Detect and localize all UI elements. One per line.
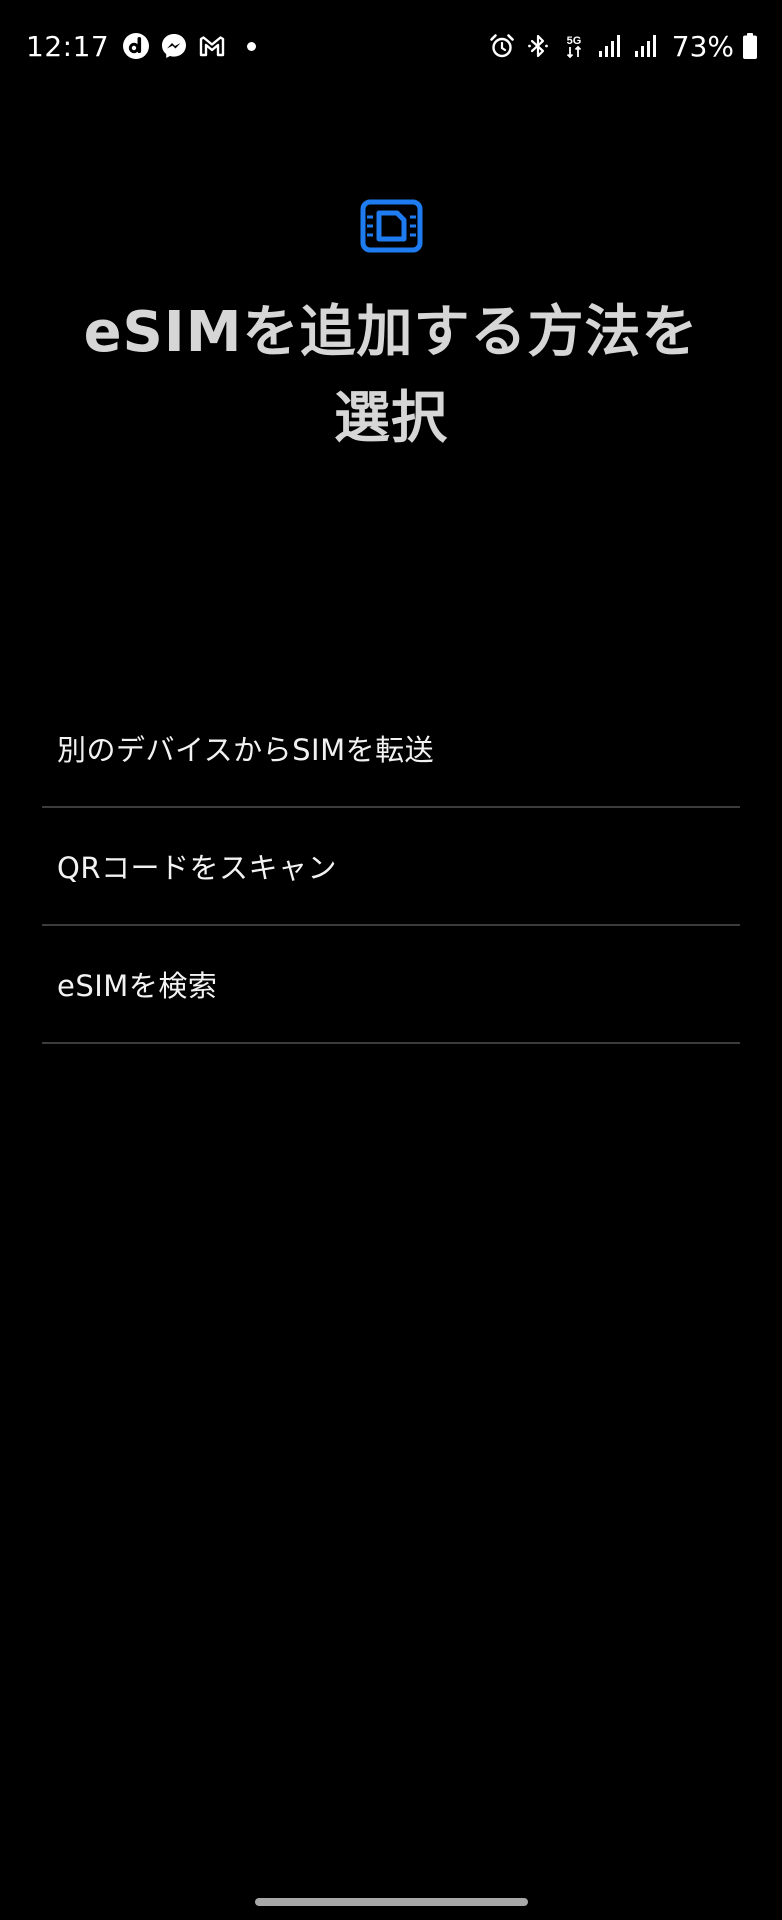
status-bar-left: 12:17: [26, 26, 257, 66]
alarm-icon: [489, 34, 514, 58]
signal-sim1-icon: [598, 35, 620, 57]
docomo-d-icon: [123, 33, 150, 59]
status-bar-right: 5G 73%: [488, 26, 758, 66]
page-title: eSIMを追加する方法を選択: [83, 300, 699, 451]
option-label: 別のデバイスからSIMを転送: [57, 733, 435, 767]
battery-percent: 73%: [671, 29, 734, 63]
signal-sim2-icon: [634, 35, 656, 57]
option-scan-qr-code[interactable]: QRコードをスキャン: [42, 808, 740, 926]
esim-chip-icon-graphic: [360, 199, 423, 253]
more-notifications-dot: [247, 41, 257, 51]
5g-data-icon: 5G: [566, 35, 581, 59]
option-transfer-from-another-device[interactable]: 別のデバイスからSIMを転送: [42, 690, 740, 808]
messenger-icon: [162, 34, 187, 58]
gesture-navigation-handle[interactable]: [255, 1898, 528, 1906]
network-type-label: 5G: [566, 35, 581, 47]
gmail-icon: [200, 36, 225, 57]
option-label: eSIMを検索: [57, 969, 218, 1003]
option-label: QRコードをスキャン: [57, 851, 337, 885]
bluetooth-icon: [527, 34, 548, 58]
status-clock: 12:17: [26, 29, 110, 63]
battery-icon: [743, 33, 757, 59]
option-search-esim[interactable]: eSIMを検索: [42, 926, 740, 1044]
add-esim-options-list: 別のデバイスからSIMを転送 QRコードをスキャン eSIMを検索: [42, 690, 740, 1044]
esim-chip-icon: [360, 199, 423, 253]
status-bar: 12:17 5G 73%: [0, 0, 782, 90]
